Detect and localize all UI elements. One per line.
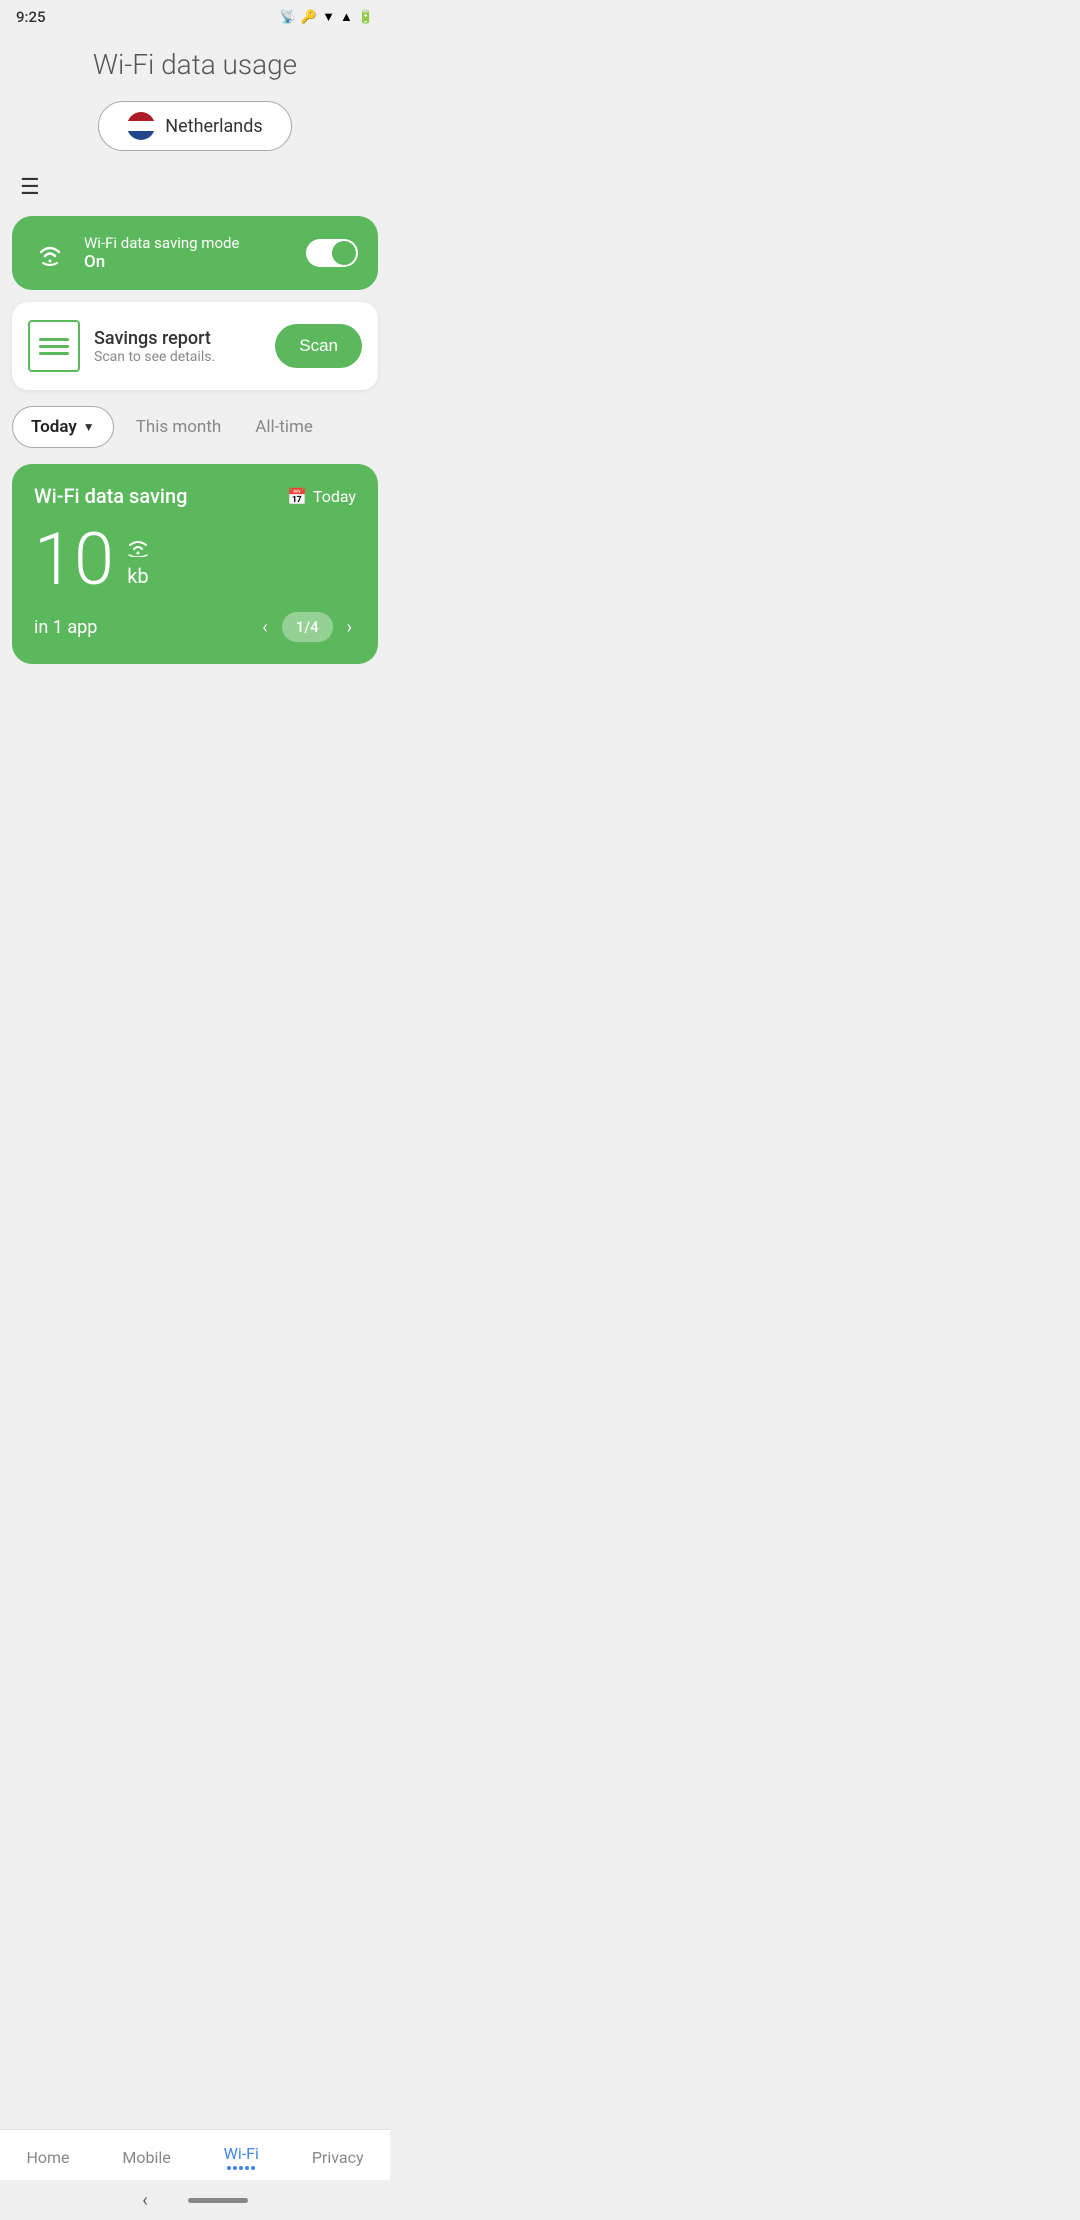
scan-button[interactable]: Scan <box>275 324 362 368</box>
wifi-saving-toggle[interactable] <box>306 239 358 267</box>
report-text: Savings report Scan to see details. <box>94 328 261 365</box>
data-card-header: Wi-Fi data saving 📅 Today <box>34 484 356 508</box>
prev-page-arrow[interactable]: ‹ <box>258 613 271 642</box>
menu-icon[interactable]: ☰ <box>20 175 370 200</box>
home-pill[interactable] <box>188 2198 248 2203</box>
back-button[interactable]: ‹ <box>142 2190 147 2211</box>
tab-today[interactable]: Today ▼ <box>12 406 114 448</box>
nav-privacy-label: Privacy <box>312 2148 364 2167</box>
pagination: ‹ 1/4 › <box>258 612 356 642</box>
toggle-knob <box>332 241 356 265</box>
nav-home-label: Home <box>26 2148 69 2167</box>
savings-report-card: Savings report Scan to see details. Scan <box>12 302 378 390</box>
report-title: Savings report <box>94 328 261 349</box>
key-icon: 🔑 <box>301 10 317 25</box>
tab-all-time[interactable]: All-time <box>243 407 325 447</box>
wifi-saving-text: Wi-Fi data saving mode On <box>84 234 290 272</box>
nav-active-dots <box>227 2166 255 2170</box>
status-icons: 📡 🔑 ▼ ▲ 🔋 <box>280 9 374 25</box>
data-unit: kb <box>127 564 148 588</box>
nav-mobile[interactable]: Mobile <box>122 2148 170 2167</box>
data-amount-row: 10 kb <box>34 524 356 596</box>
status-bar: 9:25 📡 🔑 ▼ ▲ 🔋 <box>0 0 390 30</box>
country-name: Netherlands <box>165 116 262 137</box>
report-subtitle: Scan to see details. <box>94 349 261 365</box>
time-tabs: Today ▼ This month All-time <box>12 406 378 448</box>
page-title: Wi-Fi data usage <box>0 48 390 81</box>
wifi-saving-status: On <box>84 252 290 272</box>
wifi-icon: ▼ <box>322 9 335 25</box>
signal-icon: ▲ <box>340 9 353 25</box>
nav-wifi-label: Wi-Fi <box>224 2144 259 2163</box>
wifi-saving-title: Wi-Fi data saving mode <box>84 234 290 252</box>
data-card-period-label: Today <box>313 487 356 506</box>
data-card-footer: in 1 app ‹ 1/4 › <box>34 612 356 642</box>
cast-icon: 📡 <box>280 10 296 25</box>
tab-today-label: Today <box>31 417 77 437</box>
data-card-period: 📅 Today <box>287 487 356 506</box>
country-pill[interactable]: Netherlands <box>98 101 291 151</box>
wifi-saving-toggle-card: Wi-Fi data saving mode On <box>12 216 378 290</box>
battery-icon: 🔋 <box>358 10 374 25</box>
tab-this-month[interactable]: This month <box>124 407 234 447</box>
nav-privacy[interactable]: Privacy <box>312 2148 364 2167</box>
data-amount: 10 <box>34 524 114 596</box>
calendar-icon: 📅 <box>287 487 307 506</box>
nav-mobile-label: Mobile <box>122 2148 170 2167</box>
page-indicator: 1/4 <box>282 612 333 642</box>
status-time: 9:25 <box>16 8 46 26</box>
report-icon <box>28 320 80 372</box>
next-page-arrow[interactable]: › <box>343 613 356 642</box>
bottom-nav: Home Mobile Wi-Fi Privacy <box>0 2129 390 2180</box>
data-unit-col: kb <box>126 539 150 596</box>
wifi-small-icon <box>126 539 150 562</box>
nav-wifi[interactable]: Wi-Fi <box>224 2144 259 2170</box>
chevron-down-icon: ▼ <box>83 420 95 434</box>
data-apps: in 1 app <box>34 617 97 638</box>
country-selector[interactable]: Netherlands <box>0 101 390 151</box>
netherlands-flag <box>127 112 155 140</box>
system-bar: ‹ <box>0 2180 390 2220</box>
data-card-label: Wi-Fi data saving <box>34 484 187 508</box>
nav-home[interactable]: Home <box>26 2148 69 2167</box>
wifi-saving-icon <box>32 235 68 271</box>
data-card: Wi-Fi data saving 📅 Today 10 kb in 1 app… <box>12 464 378 664</box>
